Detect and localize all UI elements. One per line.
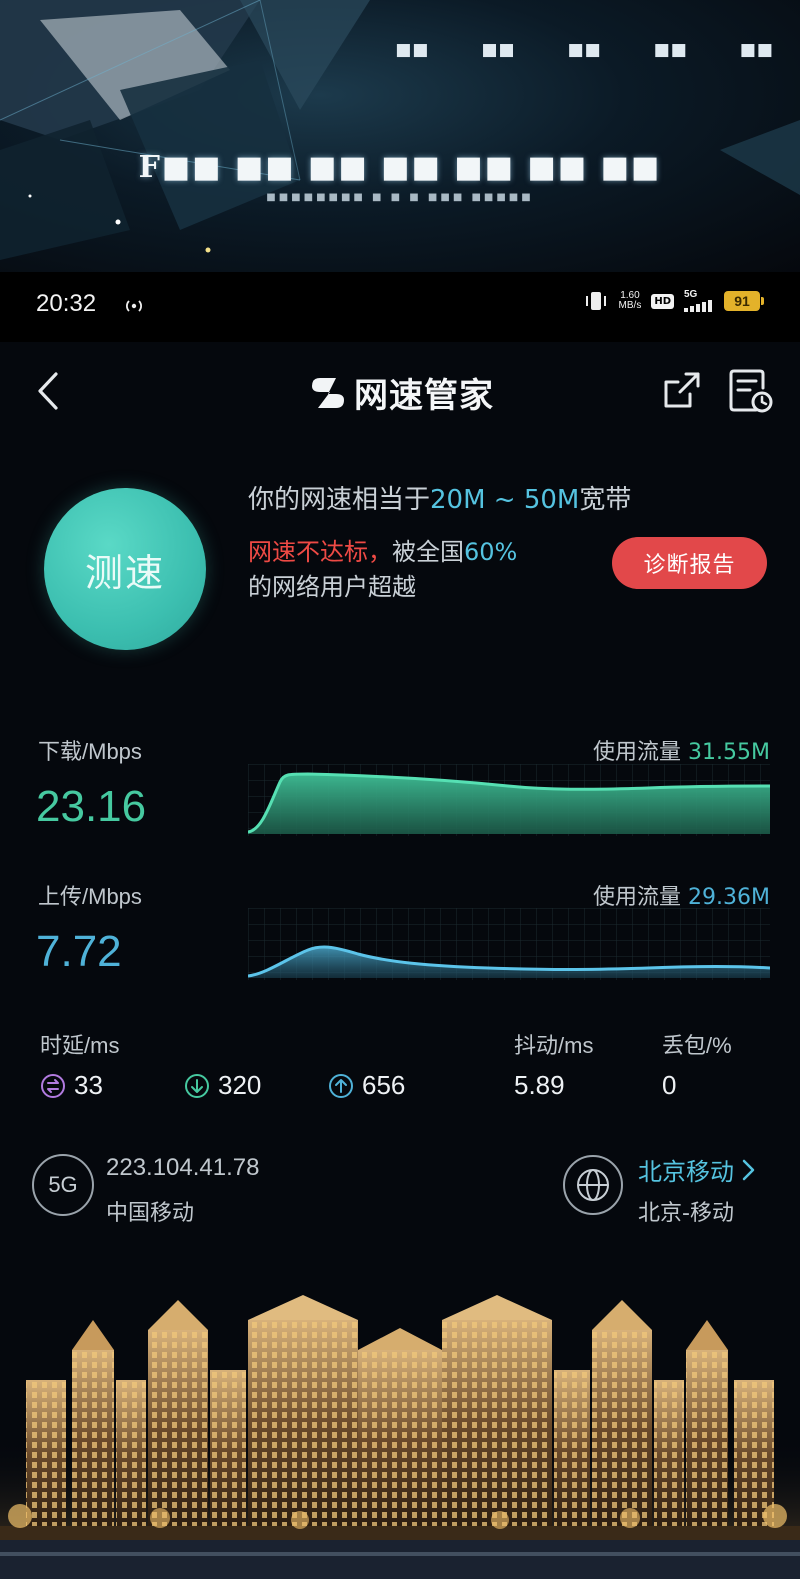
speed-rank-mid: 被全国	[392, 538, 464, 566]
network-rate-unit: MB/s	[618, 300, 642, 311]
packet-loss-title: 丢包/%	[662, 1033, 732, 1058]
signal-bars-icon	[684, 300, 712, 312]
arrow-down-circle-icon	[185, 1073, 209, 1098]
speed-equivalent-range: 20M ~ 50M	[430, 485, 580, 515]
banner-menu-item[interactable]: ■■	[395, 40, 429, 60]
upload-usage: 使用流量 29.36M	[593, 879, 770, 911]
upload-speed-chart	[248, 908, 770, 980]
download-latency-value: 320	[218, 1070, 262, 1100]
nav-bar: 网速管家	[0, 360, 800, 420]
isp-name: 中国移动	[106, 1201, 195, 1226]
globe-icon	[563, 1155, 623, 1215]
battery-tip	[761, 297, 764, 305]
network-rate: 1.60 MB/s	[619, 291, 642, 311]
banner-menu-item[interactable]: ■■	[482, 40, 516, 60]
speed-rank-suffix: 的网络用户超越	[248, 573, 416, 601]
upload-latency-value: 656	[362, 1070, 406, 1100]
download-usage-label: 使用流量	[593, 740, 682, 765]
idle-latency-value: 33	[74, 1070, 103, 1100]
cityscape-banner	[0, 1290, 800, 1579]
upload-usage-value: 29.36M	[688, 885, 770, 910]
idle-latency: 33	[40, 1070, 103, 1101]
test-server-name: 北京移动	[638, 1158, 734, 1186]
upload-usage-label: 使用流量	[593, 885, 682, 910]
latency-title: 时延/ms	[40, 1033, 120, 1058]
ip-address: 223.104.41.78	[106, 1154, 260, 1181]
banner-menu-item[interactable]: ■■	[740, 40, 774, 60]
swap-icon	[41, 1073, 65, 1098]
app-logo-icon	[312, 377, 344, 408]
banner-menu-item[interactable]: ■■	[568, 40, 602, 60]
upload-speed-value: 7.72	[36, 927, 122, 976]
speed-warning: 网速不达标，	[248, 538, 392, 566]
hd-badge: HD	[651, 293, 674, 309]
upload-latency: 656	[328, 1070, 405, 1101]
packet-loss-value: 0	[662, 1070, 677, 1100]
speed-equivalent-prefix: 你的网速相当于	[248, 485, 431, 515]
download-label: 下载/Mbps	[38, 739, 142, 764]
app-screen: 网速管家 测速 你的网速相当于20M ~ 50M宽带 网速不达标，被全国60% …	[0, 342, 800, 1290]
page-title-text: 网速管家	[354, 376, 494, 416]
speed-rank-percent: 60%	[464, 538, 518, 566]
vibrate-icon	[585, 292, 606, 310]
download-speed-chart	[248, 764, 770, 836]
network-type: 5G	[684, 289, 698, 300]
jitter-value: 5.89	[514, 1070, 565, 1100]
cityscape-image	[0, 1290, 800, 1579]
banner-subtitle: ■■■■■■■■ ■ ■ ■ ■■■ ■■■■■	[266, 192, 534, 203]
upload-label: 上传/Mbps	[38, 884, 142, 909]
download-usage-value: 31.55M	[688, 740, 770, 765]
speed-equivalent-suffix: 宽带	[579, 485, 632, 515]
status-time: 20:32	[36, 290, 97, 317]
cellular-signal: 5G	[684, 290, 714, 312]
battery-indicator: 91	[724, 291, 764, 311]
speed-rank-text: 网速不达标，被全国60%	[248, 532, 517, 567]
start-test-label: 测速	[84, 550, 165, 595]
battery-level: 91	[724, 291, 760, 311]
network-type-badge: 5G	[32, 1154, 94, 1216]
banner-title: F■■ ■■ ■■ ■■ ■■ ■■ ■■	[138, 150, 662, 185]
test-server-location: 北京-移动	[638, 1201, 734, 1226]
test-server-selector[interactable]: 北京移动	[638, 1152, 756, 1187]
diagnose-report-button[interactable]: 诊断报告	[612, 537, 767, 589]
start-test-button[interactable]: 测速	[44, 488, 206, 650]
jitter-title: 抖动/ms	[514, 1033, 594, 1058]
banner-menu-item[interactable]: ■■	[654, 40, 688, 60]
share-icon[interactable]	[660, 368, 704, 412]
arrow-up-circle-icon	[329, 1073, 353, 1098]
history-icon[interactable]	[726, 366, 776, 416]
download-usage: 使用流量 31.55M	[593, 734, 770, 766]
banner-menu: ■■ ■■ ■■ ■■ ■■	[395, 40, 774, 60]
status-bar: 20:32 1.60 MB/s HD 5G 91	[0, 272, 800, 342]
download-speed-value: 23.16	[36, 782, 147, 831]
download-latency: 320	[184, 1070, 261, 1101]
chevron-right-icon	[742, 1159, 755, 1180]
speed-equivalent-text: 你的网速相当于20M ~ 50M宽带	[248, 479, 631, 516]
top-banner: ■■ ■■ ■■ ■■ ■■ F■■ ■■ ■■ ■■ ■■ ■■ ■■ ■■■…	[0, 0, 800, 272]
hotspot-icon	[126, 300, 142, 312]
status-icons: 1.60 MB/s HD 5G 91	[583, 290, 764, 312]
